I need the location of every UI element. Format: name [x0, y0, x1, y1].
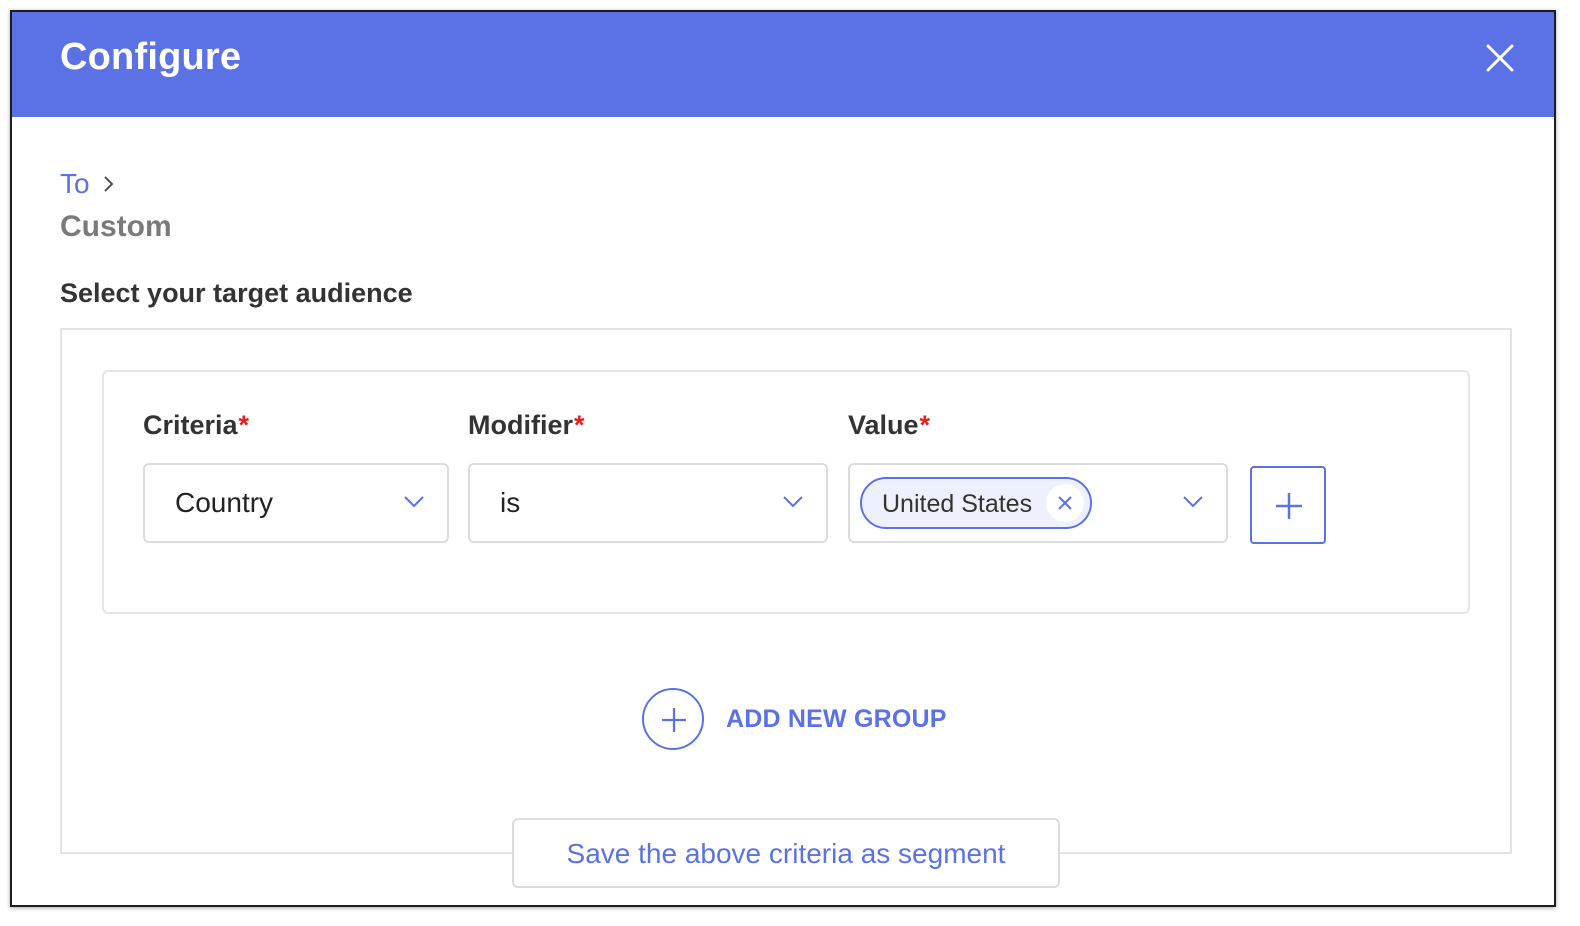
modifier-label-text: Modifier [468, 410, 573, 440]
breadcrumb: To [60, 168, 116, 200]
chevron-right-icon [102, 175, 116, 193]
modifier-label: Modifier* [468, 410, 585, 441]
add-criteria-button[interactable] [1250, 466, 1326, 544]
required-marker: * [919, 410, 931, 440]
criteria-selected-value: Country [175, 487, 274, 518]
dialog-header: Configure [12, 12, 1554, 117]
criteria-label: Criteria* [143, 410, 249, 441]
breadcrumb-current: Custom [60, 210, 172, 243]
dialog-title: Configure [60, 36, 242, 78]
value-chip: United States [860, 477, 1092, 529]
save-segment-label: Save the above criteria as segment [566, 838, 1006, 869]
value-multiselect[interactable]: United States [848, 463, 1228, 543]
chevron-down-icon [403, 495, 425, 509]
criteria-select[interactable]: Country [143, 463, 449, 543]
configure-dialog: Configure To Custom Select your target a… [10, 10, 1556, 907]
chevron-down-icon [782, 495, 804, 509]
required-marker: * [574, 410, 585, 440]
section-heading: Select your target audience [60, 278, 413, 308]
criteria-label-text: Criteria [143, 410, 238, 440]
remove-chip-icon[interactable] [1046, 484, 1084, 522]
value-label-text: Value [848, 410, 919, 440]
add-new-group-label: ADD NEW GROUP [726, 704, 947, 733]
modifier-selected-value: is [500, 487, 521, 518]
value-label: Value* [848, 410, 930, 441]
required-marker: * [238, 410, 250, 440]
modifier-select[interactable]: is [468, 463, 828, 543]
close-icon[interactable] [1484, 42, 1516, 74]
breadcrumb-link-to[interactable]: To [60, 168, 90, 200]
plus-circle-icon [642, 688, 704, 750]
value-chip-label: United States [882, 490, 1033, 518]
add-new-group-button[interactable]: ADD NEW GROUP [642, 686, 947, 752]
save-segment-button[interactable]: Save the above criteria as segment [512, 818, 1060, 888]
chevron-down-icon [1182, 495, 1204, 509]
